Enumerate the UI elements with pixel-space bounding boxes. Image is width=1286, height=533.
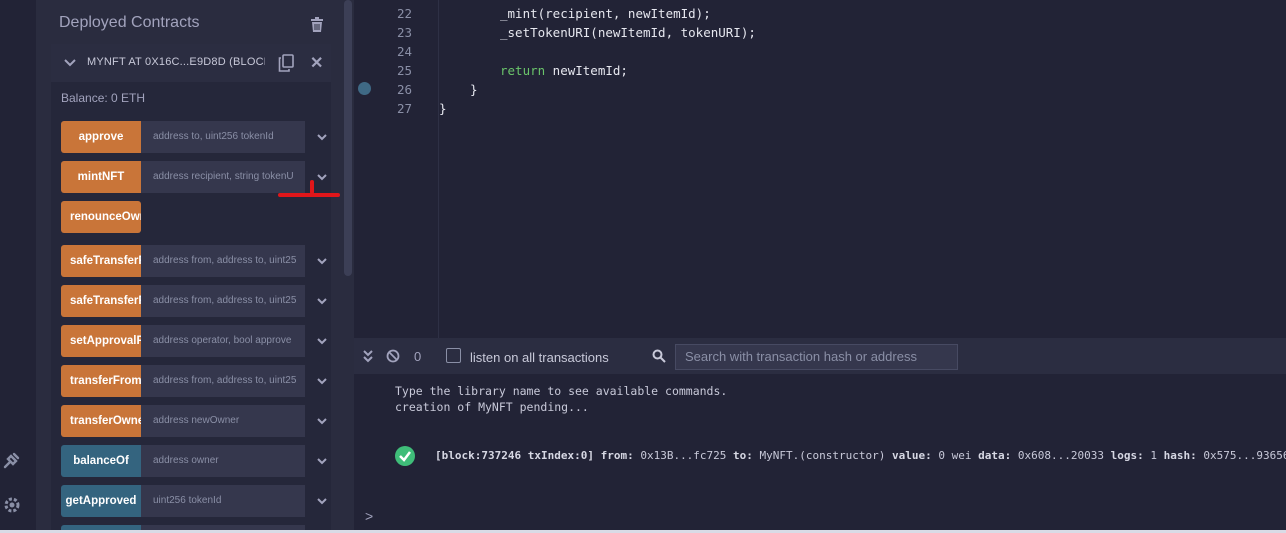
contract-name: MYNFT AT 0X16C...E9D8D (BLOCKC: [87, 56, 265, 68]
plugin-icon[interactable]: [2, 450, 22, 470]
line-number: 27: [396, 101, 412, 116]
chevron-down-icon[interactable]: [315, 170, 329, 184]
mintnft-params-input[interactable]: address recipient, string tokenU: [141, 161, 305, 193]
transferownership-params-input[interactable]: address newOwner: [141, 405, 305, 437]
trash-icon[interactable]: [310, 17, 324, 33]
getapproved-params-input[interactable]: uint256 tokenId: [141, 485, 305, 517]
search-input[interactable]: Search with transaction hash or address: [675, 344, 958, 370]
line-number: 22: [396, 6, 412, 21]
log-data: 0x608...20033: [1017, 449, 1104, 462]
renounceownership-button[interactable]: renounceOwn: [61, 201, 141, 233]
log-hash: 0x575...93656: [1203, 449, 1286, 462]
code-line: _mint(recipient, newItemId);: [500, 6, 711, 21]
safetransferfrom-params-input[interactable]: address from, address to, uint25: [141, 245, 305, 277]
function-row-approve: approve address to, uint256 tokenId: [61, 121, 327, 153]
chevron-down-icon[interactable]: [315, 454, 329, 468]
transferfrom-button[interactable]: transferFrom: [61, 365, 141, 397]
collapse-terminal-icon[interactable]: [362, 349, 374, 366]
approve-params-input[interactable]: address to, uint256 tokenId: [141, 121, 305, 153]
safetransferfrom-button[interactable]: safeTransferFr: [61, 245, 141, 277]
pending-tx-count: 0: [414, 349, 422, 364]
safetransferfrom-data-params-input[interactable]: address from, address to, uint25: [141, 285, 305, 317]
balance-label: Balance: 0 ETH: [61, 91, 146, 105]
check-icon: [395, 446, 415, 466]
copy-icon[interactable]: [278, 54, 294, 72]
setapprovalforall-button[interactable]: setApprovalFo: [61, 325, 141, 357]
log-hash-label: hash:: [1163, 449, 1197, 462]
terminal-toolbar: 0 listen on all transactions Search with…: [354, 338, 1286, 374]
function-row-getapproved: getApproved uint256 tokenId: [61, 485, 327, 517]
annotation-underline: [278, 193, 340, 197]
log-data-label: data:: [978, 449, 1012, 462]
breakpoint-marker[interactable]: [358, 82, 371, 95]
chevron-down-icon[interactable]: [315, 130, 329, 144]
log-value: 0 wei: [938, 449, 972, 462]
log-to-label: to:: [733, 449, 753, 462]
function-row-setapprovalforall: setApprovalFo address operator, bool app…: [61, 325, 327, 357]
terminal-line: Type the library name to see available c…: [395, 384, 728, 398]
log-value-label: value:: [892, 449, 932, 462]
chevron-down-icon[interactable]: [63, 55, 77, 69]
chevron-down-icon[interactable]: [315, 374, 329, 388]
chevron-down-icon[interactable]: [315, 294, 329, 308]
log-block: [block:737246 txIndex:0]: [435, 449, 594, 462]
balanceof-button[interactable]: balanceOf: [61, 445, 141, 477]
clear-console-icon[interactable]: [386, 349, 400, 366]
listen-checkbox[interactable]: [446, 348, 461, 363]
log-from: 0x13B...fc725: [640, 449, 727, 462]
balanceof-params-input[interactable]: address owner: [141, 445, 305, 477]
mintnft-button[interactable]: mintNFT: [61, 161, 141, 193]
code-editor[interactable]: 22 23 24 25 26 27 _mint(recipient, newIt…: [354, 0, 1286, 338]
safetransferfrom-data-button[interactable]: safeTransferFr: [61, 285, 141, 317]
line-number: 26: [396, 82, 412, 97]
annotation-mark: [310, 180, 314, 194]
transferfrom-params-input[interactable]: address from, address to, uint25: [141, 365, 305, 397]
search-icon: [652, 349, 666, 363]
terminal-output: Type the library name to see available c…: [354, 374, 1286, 530]
transaction-log[interactable]: [block:737246 txIndex:0] from: 0x13B...f…: [435, 449, 1286, 462]
chevron-down-icon[interactable]: [315, 494, 329, 508]
function-row-safetransferfrom: safeTransferFr address from, address to,…: [61, 245, 327, 277]
function-row-renounceownership: renounceOwn: [61, 201, 305, 233]
function-row-balanceof: balanceOf address owner: [61, 445, 327, 477]
deployed-contracts-panel: Deployed Contracts MYNFT AT 0X16C...E9D8…: [36, 0, 354, 533]
getapproved-button[interactable]: getApproved: [61, 485, 141, 517]
chevron-down-icon[interactable]: [315, 334, 329, 348]
remix-ide: Deployed Contracts MYNFT AT 0X16C...E9D8…: [0, 0, 1286, 533]
close-icon[interactable]: ✕: [310, 53, 323, 73]
code-area[interactable]: _mint(recipient, newItemId); _setTokenUR…: [438, 0, 1286, 338]
terminal-prompt[interactable]: >: [365, 508, 373, 524]
contract-instance: MYNFT AT 0X16C...E9D8D (BLOCKC ✕ Balance…: [51, 44, 331, 533]
code-line: }: [439, 101, 447, 116]
line-number: 23: [396, 25, 412, 40]
log-from-label: from:: [600, 449, 634, 462]
log-logs: 1: [1150, 449, 1157, 462]
icon-sidebar: [0, 0, 36, 533]
code-line: }: [470, 82, 478, 97]
terminal-line: creation of MyNFT pending...: [395, 400, 589, 414]
keyword-return: return: [500, 63, 546, 78]
panel-title: Deployed Contracts: [59, 14, 200, 31]
scrollbar[interactable]: [344, 0, 352, 276]
function-row-mintnft: mintNFT address recipient, string tokenU: [61, 161, 327, 193]
contract-header[interactable]: MYNFT AT 0X16C...E9D8D (BLOCKC ✕: [51, 44, 331, 82]
listen-label: listen on all transactions: [470, 350, 609, 365]
function-row-transferfrom: transferFrom address from, address to, u…: [61, 365, 327, 397]
chevron-down-icon[interactable]: [315, 414, 329, 428]
log-to: MyNFT.(constructor): [759, 449, 886, 462]
line-number: 24: [396, 44, 412, 59]
code-token: newItemId;: [545, 63, 628, 78]
chevron-down-icon[interactable]: [315, 254, 329, 268]
settings-icon[interactable]: [2, 495, 22, 515]
approve-button[interactable]: approve: [61, 121, 141, 153]
function-row-transferownership: transferOwner address newOwner: [61, 405, 327, 437]
function-row-safetransferfrom-2: safeTransferFr address from, address to,…: [61, 285, 327, 317]
setapprovalforall-params-input[interactable]: address operator, bool approve: [141, 325, 305, 357]
transferownership-button[interactable]: transferOwner: [61, 405, 141, 437]
log-logs-label: logs:: [1110, 449, 1144, 462]
code-line: _setTokenURI(newItemId, tokenURI);: [500, 25, 756, 40]
line-gutter: 22 23 24 25 26 27: [354, 0, 438, 338]
code-line: return newItemId;: [500, 63, 628, 78]
line-number: 25: [396, 63, 412, 78]
